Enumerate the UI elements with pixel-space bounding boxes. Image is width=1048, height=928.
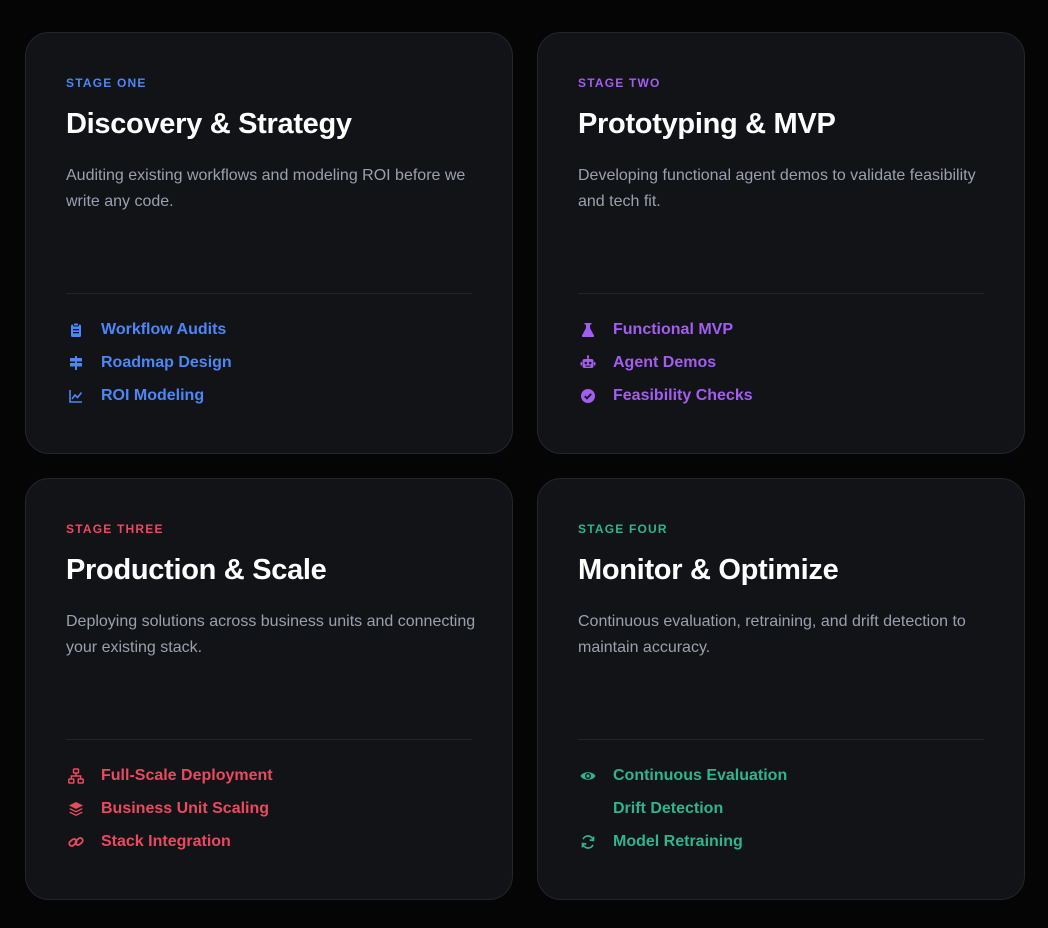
stage-description: Continuous evaluation, retraining, and d… [578,613,966,656]
stages-grid: STAGE ONE Discovery & Strategy Auditing … [25,32,1025,900]
stage-card-monitor: STAGE FOUR Monitor & Optimize Continuous… [537,478,1025,900]
stage-label: STAGE FOUR [578,522,668,536]
signpost-icon [66,353,86,373]
stage-title: Production & Scale [66,554,327,586]
feature-item: Continuous Evaluation [578,759,787,792]
link-icon [66,832,86,852]
feature-item: Business Unit Scaling [66,792,273,825]
robot-icon [578,353,598,373]
feature-item: Workflow Audits [66,313,232,346]
layers-icon [66,799,86,819]
feature-item: ROI Modeling [66,379,232,412]
stage-title: Discovery & Strategy [66,108,352,140]
feature-list: Continuous Evaluation Drift Detection Mo… [578,759,787,858]
feature-label: Full-Scale Deployment [101,766,273,784]
feature-label: Functional MVP [613,320,733,338]
stage-description: Deploying solutions across business unit… [66,613,476,656]
feature-label: Drift Detection [613,799,724,817]
feature-label: Stack Integration [101,832,231,850]
feature-list: Functional MVP Agent Demos Feasibility C… [578,313,753,412]
stage-description: Developing functional agent demos to val… [578,167,976,210]
feature-label: Model Retraining [613,832,743,850]
feature-list: Full-Scale Deployment Business Unit Scal… [66,759,273,858]
eye-icon [578,766,598,786]
blank-icon [578,799,598,819]
feature-item: Agent Demos [578,346,753,379]
line-chart-icon [66,386,86,406]
stage-label: STAGE ONE [66,76,147,90]
divider [578,293,984,294]
stage-label: STAGE TWO [578,76,661,90]
feature-label: Agent Demos [613,353,717,371]
stage-description: Auditing existing workflows and modeling… [66,167,466,210]
feature-label: Business Unit Scaling [101,799,270,817]
feature-item: Stack Integration [66,825,273,858]
feature-item: Drift Detection [578,792,787,825]
feature-item: Feasibility Checks [578,379,753,412]
stage-title: Prototyping & MVP [578,108,836,140]
stage-card-production: STAGE THREE Production & Scale Deploying… [25,478,513,900]
divider [66,739,472,740]
feature-list: Workflow Audits Roadmap Design ROI Model… [66,313,232,412]
feature-item: Full-Scale Deployment [66,759,273,792]
feature-label: Workflow Audits [101,320,227,338]
feature-label: Roadmap Design [101,353,232,371]
feature-label: Feasibility Checks [613,386,753,404]
flask-icon [578,320,598,340]
divider [66,293,472,294]
stage-label: STAGE THREE [66,522,164,536]
check-circle-icon [578,386,598,406]
stage-title: Monitor & Optimize [578,554,839,586]
refresh-icon [578,832,598,852]
feature-item: Functional MVP [578,313,753,346]
clipboard-icon [66,320,86,340]
divider [578,739,984,740]
stage-card-discovery: STAGE ONE Discovery & Strategy Auditing … [25,32,513,454]
stage-card-prototyping: STAGE TWO Prototyping & MVP Developing f… [537,32,1025,454]
sitemap-icon [66,766,86,786]
feature-item: Model Retraining [578,825,787,858]
feature-item: Roadmap Design [66,346,232,379]
feature-label: Continuous Evaluation [613,766,788,784]
feature-label: ROI Modeling [101,386,205,404]
